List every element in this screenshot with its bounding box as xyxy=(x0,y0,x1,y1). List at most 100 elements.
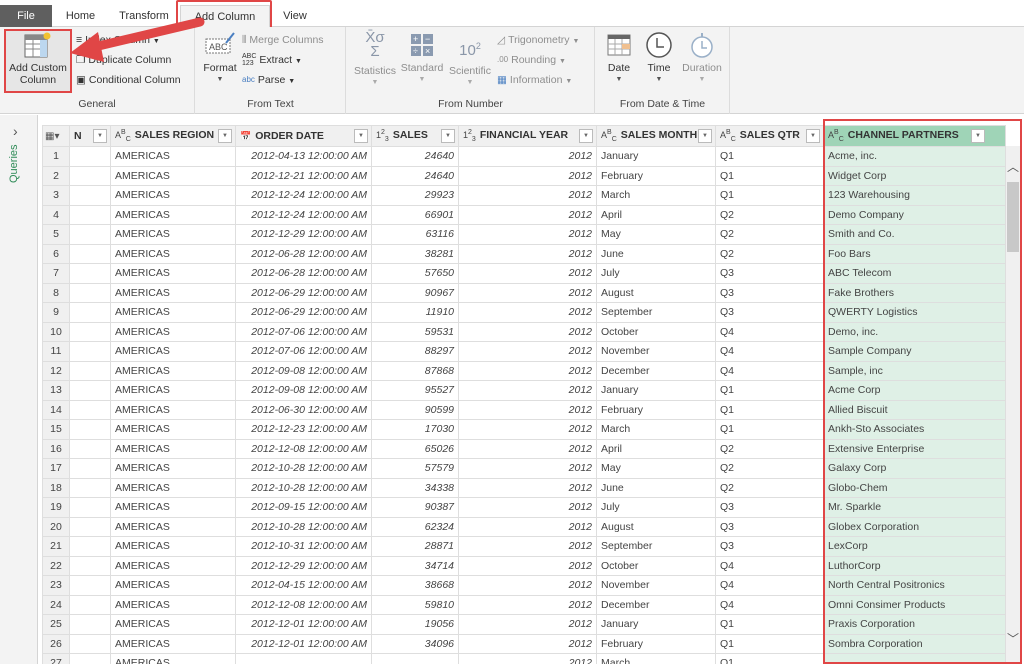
cell-channel-partner[interactable]: North Central Positronics xyxy=(823,575,1006,596)
cell-channel-partner[interactable] xyxy=(823,653,1006,664)
cell-sales-month[interactable]: October xyxy=(596,555,716,576)
cell-n[interactable] xyxy=(69,185,111,206)
cell-order-date[interactable]: 2012-12-24 12:00:00 AM xyxy=(235,185,372,206)
cell-sales[interactable]: 87868 xyxy=(371,360,459,381)
cell-financial-year[interactable]: 2012 xyxy=(458,380,597,401)
cell-n[interactable] xyxy=(69,516,111,537)
cell-channel-partner[interactable]: Praxis Corporation xyxy=(823,614,1006,635)
cell-n[interactable] xyxy=(69,458,111,479)
cell-financial-year[interactable]: 2012 xyxy=(458,555,597,576)
cell-channel-partner[interactable]: LexCorp xyxy=(823,536,1006,557)
cell-sales-qtr[interactable]: Q3 xyxy=(715,282,824,303)
filter-dropdown-button[interactable]: ▼ xyxy=(218,129,232,143)
cell-sales-qtr[interactable]: Q1 xyxy=(715,419,824,440)
cell-financial-year[interactable]: 2012 xyxy=(458,594,597,615)
cell-channel-partner[interactable]: Demo Company xyxy=(823,204,1006,225)
row-number[interactable]: 26 xyxy=(42,633,70,654)
cell-sales-region[interactable]: AMERICAS xyxy=(110,146,236,167)
cell-n[interactable] xyxy=(69,614,111,635)
cell-sales-month[interactable]: August xyxy=(596,516,716,537)
tab-file[interactable]: File xyxy=(0,5,52,27)
cell-financial-year[interactable]: 2012 xyxy=(458,341,597,362)
cell-channel-partner[interactable]: Acme, inc. xyxy=(823,146,1006,167)
cell-order-date[interactable]: 2012-10-28 12:00:00 AM xyxy=(235,477,372,498)
cell-n[interactable] xyxy=(69,477,111,498)
cell-n[interactable] xyxy=(69,360,111,381)
cell-channel-partner[interactable]: Galaxy Corp xyxy=(823,458,1006,479)
cell-sales[interactable]: 17030 xyxy=(371,419,459,440)
cell-order-date[interactable]: 2012-12-29 12:00:00 AM xyxy=(235,555,372,576)
cell-sales[interactable]: 38281 xyxy=(371,243,459,264)
cell-n[interactable] xyxy=(69,633,111,654)
cell-sales-qtr[interactable]: Q3 xyxy=(715,516,824,537)
filter-dropdown-button[interactable]: ▼ xyxy=(579,129,593,143)
cell-order-date[interactable]: 2012-04-13 12:00:00 AM xyxy=(235,146,372,167)
merge-columns-button[interactable]: ⫴ Merge Columns xyxy=(242,31,324,49)
cell-sales-month[interactable]: March xyxy=(596,653,716,664)
cell-sales-month[interactable]: March xyxy=(596,185,716,206)
cell-sales[interactable]: 34096 xyxy=(371,633,459,654)
row-number[interactable]: 4 xyxy=(42,204,70,225)
cell-sales-month[interactable]: January xyxy=(596,380,716,401)
cell-sales-month[interactable]: November xyxy=(596,575,716,596)
cell-sales-region[interactable]: AMERICAS xyxy=(110,263,236,284)
cell-sales-qtr[interactable]: Q4 xyxy=(715,360,824,381)
cell-sales-region[interactable]: AMERICAS xyxy=(110,302,236,323)
cell-channel-partner[interactable]: Globex Corporation xyxy=(823,516,1006,537)
cell-channel-partner[interactable]: Omni Consimer Products xyxy=(823,594,1006,615)
extract-button[interactable]: ABC 123 Extract ▼ xyxy=(242,51,302,69)
cell-sales-month[interactable]: June xyxy=(596,243,716,264)
cell-order-date[interactable]: 2012-10-28 12:00:00 AM xyxy=(235,458,372,479)
cell-sales[interactable]: 88297 xyxy=(371,341,459,362)
column-header-order-date[interactable]: 📅 ORDER DATE ▼ xyxy=(235,125,372,147)
cell-sales-qtr[interactable]: Q4 xyxy=(715,321,824,342)
cell-channel-partner[interactable]: Ankh-Sto Associates xyxy=(823,419,1006,440)
cell-order-date[interactable]: 2012-06-28 12:00:00 AM xyxy=(235,263,372,284)
filter-dropdown-button[interactable]: ▼ xyxy=(354,129,368,143)
time-button[interactable]: Time ▼ xyxy=(640,31,678,86)
cell-sales-region[interactable]: AMERICAS xyxy=(110,380,236,401)
cell-channel-partner[interactable]: Sample Company xyxy=(823,341,1006,362)
cell-sales-month[interactable]: April xyxy=(596,438,716,459)
cell-sales-month[interactable]: October xyxy=(596,321,716,342)
cell-sales-month[interactable]: February xyxy=(596,633,716,654)
cell-sales-region[interactable]: AMERICAS xyxy=(110,555,236,576)
cell-sales-qtr[interactable]: Q1 xyxy=(715,380,824,401)
cell-channel-partner[interactable]: Demo, inc. xyxy=(823,321,1006,342)
table-menu-button[interactable]: ▦▾ xyxy=(42,125,70,147)
column-header-channel-partners[interactable]: ABC CHANNEL PARTNERS ▼ xyxy=(823,125,1006,147)
cell-sales[interactable]: 24640 xyxy=(371,165,459,186)
cell-channel-partner[interactable]: Acme Corp xyxy=(823,380,1006,401)
trigonometry-button[interactable]: ◿ Trigonometry ▼ xyxy=(497,31,579,49)
cell-sales-month[interactable]: July xyxy=(596,263,716,284)
column-header-sales-region[interactable]: ABC SALES REGION ▼ xyxy=(110,125,236,147)
cell-financial-year[interactable]: 2012 xyxy=(458,263,597,284)
cell-sales[interactable]: 57579 xyxy=(371,458,459,479)
cell-sales-region[interactable]: AMERICAS xyxy=(110,575,236,596)
row-number[interactable]: 6 xyxy=(42,243,70,264)
cell-sales-region[interactable]: AMERICAS xyxy=(110,633,236,654)
cell-channel-partner[interactable]: 123 Warehousing xyxy=(823,185,1006,206)
column-header-sales-qtr[interactable]: ABC SALES QTR ▼ xyxy=(715,125,824,147)
cell-sales-month[interactable]: September xyxy=(596,536,716,557)
cell-n[interactable] xyxy=(69,243,111,264)
cell-sales-qtr[interactable]: Q4 xyxy=(715,341,824,362)
cell-sales-qtr[interactable]: Q2 xyxy=(715,243,824,264)
filter-dropdown-button[interactable]: ▼ xyxy=(806,129,820,143)
cell-n[interactable] xyxy=(69,263,111,284)
cell-sales[interactable]: 90599 xyxy=(371,399,459,420)
cell-order-date[interactable]: 2012-07-06 12:00:00 AM xyxy=(235,321,372,342)
cell-sales-qtr[interactable]: Q1 xyxy=(715,146,824,167)
queries-panel-label[interactable]: Queries xyxy=(8,144,20,183)
cell-sales-qtr[interactable]: Q1 xyxy=(715,614,824,635)
cell-sales[interactable]: 28871 xyxy=(371,536,459,557)
cell-sales[interactable]: 29923 xyxy=(371,185,459,206)
cell-sales-month[interactable]: February xyxy=(596,399,716,420)
cell-n[interactable] xyxy=(69,302,111,323)
cell-n[interactable] xyxy=(69,536,111,557)
cell-n[interactable] xyxy=(69,594,111,615)
column-header-sales[interactable]: 123 SALES ▼ xyxy=(371,125,459,147)
cell-sales-region[interactable]: AMERICAS xyxy=(110,224,236,245)
cell-order-date[interactable]: 2012-04-15 12:00:00 AM xyxy=(235,575,372,596)
cell-financial-year[interactable]: 2012 xyxy=(458,633,597,654)
